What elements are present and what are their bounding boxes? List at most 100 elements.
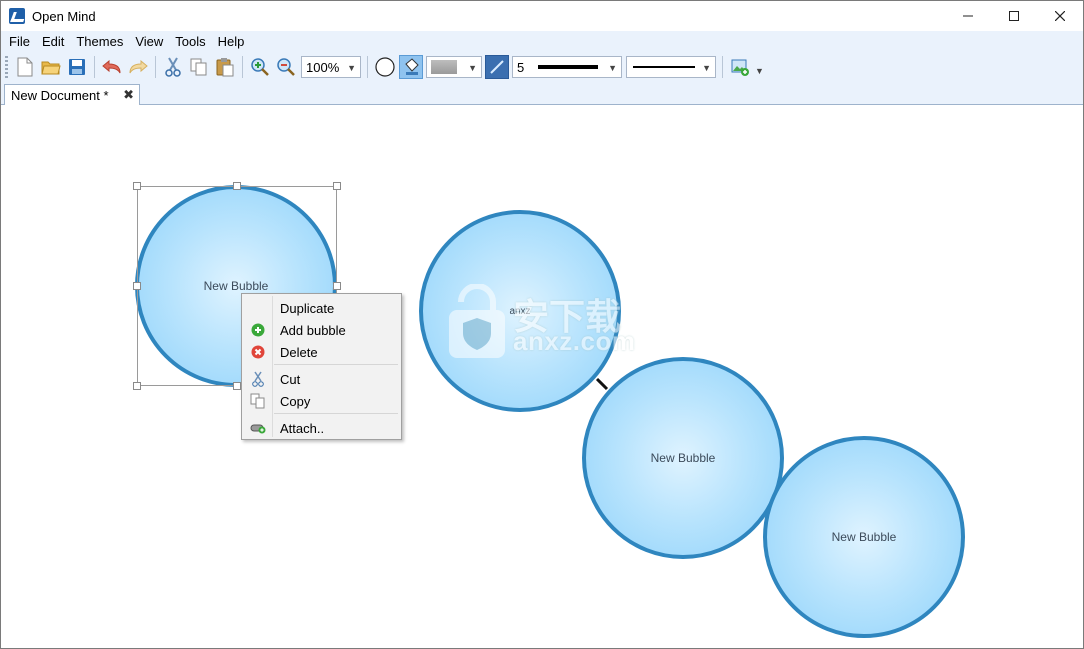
watermark-text-en: anxz.com xyxy=(513,326,636,356)
resize-handle[interactable] xyxy=(133,382,141,390)
copy-icon xyxy=(190,58,207,76)
bubble-node[interactable]: New Bubble xyxy=(763,436,965,638)
line-style-select[interactable]: ▼ xyxy=(626,56,716,78)
maximize-icon xyxy=(1009,11,1019,21)
paint-bucket-icon xyxy=(405,58,419,75)
menu-separator xyxy=(274,413,398,414)
delete-icon xyxy=(251,345,265,359)
toolbar-separator xyxy=(94,56,95,78)
chevron-down-icon: ▼ xyxy=(468,63,477,73)
insert-image-button[interactable] xyxy=(728,55,752,79)
attach-icon xyxy=(250,424,266,434)
minimize-icon xyxy=(963,15,973,17)
menu-bar: File Edit Themes View Tools Help xyxy=(1,31,1083,51)
resize-handle[interactable] xyxy=(233,182,241,190)
mindmap-canvas[interactable]: New Bubble anxz 安下载 anxz.com New Bubble xyxy=(1,105,1083,648)
tab-new-document[interactable]: New Document * ✖ xyxy=(4,84,140,106)
menu-item-add-bubble[interactable]: Add bubble xyxy=(244,319,399,341)
shape-circle-button[interactable] xyxy=(373,55,397,79)
app-window: Open Mind File Edit Themes View Tools He… xyxy=(0,0,1084,649)
cut-button[interactable] xyxy=(161,55,185,79)
minimize-button[interactable] xyxy=(945,1,991,31)
menu-view[interactable]: View xyxy=(129,34,169,49)
shield-lock-icon xyxy=(449,284,505,358)
tab-label: New Document * xyxy=(11,88,109,103)
window-controls xyxy=(945,1,1083,31)
menu-item-cut[interactable]: Cut xyxy=(244,368,399,390)
toolbar: 100% ▼ ▼ 5 ▼ ▼ ▼ xyxy=(1,51,1083,83)
menu-item-attach[interactable]: Attach.. xyxy=(244,417,399,439)
close-button[interactable] xyxy=(1037,1,1083,31)
open-button[interactable] xyxy=(39,55,63,79)
bubble-connector xyxy=(595,377,609,391)
new-document-button[interactable] xyxy=(13,55,37,79)
new-icon xyxy=(17,57,33,77)
zoom-in-icon xyxy=(251,58,269,76)
watermark: 安下载 anxz.com xyxy=(445,284,655,366)
menu-separator xyxy=(274,364,398,365)
chevron-down-icon: ▼ xyxy=(702,63,711,73)
line-width-select[interactable]: 5 ▼ xyxy=(512,56,622,78)
line-style-preview xyxy=(633,66,695,68)
context-menu: Duplicate Add bubble Delete Cut Copy Att… xyxy=(241,293,402,440)
save-button[interactable] xyxy=(65,55,89,79)
menu-item-delete[interactable]: Delete xyxy=(244,341,399,363)
resize-handle[interactable] xyxy=(133,282,141,290)
bubble-label: New Bubble xyxy=(650,451,716,465)
menu-item-duplicate[interactable]: Duplicate xyxy=(244,297,399,319)
copy-button[interactable] xyxy=(187,55,211,79)
resize-handle[interactable] xyxy=(333,182,341,190)
cut-icon xyxy=(252,371,264,387)
circle-shape-icon xyxy=(375,57,395,77)
cut-icon xyxy=(165,57,181,77)
redo-button[interactable] xyxy=(126,55,150,79)
redo-icon xyxy=(129,59,148,74)
maximize-button[interactable] xyxy=(991,1,1037,31)
resize-handle[interactable] xyxy=(233,382,241,390)
toolbar-separator xyxy=(242,56,243,78)
copy-icon xyxy=(250,393,265,409)
chevron-down-icon: ▼ xyxy=(347,63,356,73)
chevron-down-icon: ▼ xyxy=(608,63,617,73)
menu-edit[interactable]: Edit xyxy=(36,34,70,49)
menu-help[interactable]: Help xyxy=(212,34,251,49)
paste-icon xyxy=(216,58,234,77)
menu-file[interactable]: File xyxy=(3,34,36,49)
line-color-button[interactable] xyxy=(485,55,509,79)
tab-close-icon[interactable]: ✖ xyxy=(123,87,134,103)
zoom-out-icon xyxy=(277,58,295,76)
zoom-select[interactable]: 100% ▼ xyxy=(301,56,361,78)
menu-item-copy[interactable]: Copy xyxy=(244,390,399,412)
toolbar-separator xyxy=(155,56,156,78)
line-width-preview xyxy=(538,65,599,69)
menu-themes[interactable]: Themes xyxy=(70,34,129,49)
add-icon xyxy=(251,323,265,337)
menu-tools[interactable]: Tools xyxy=(169,34,211,49)
zoom-value: 100% xyxy=(306,59,340,75)
undo-icon xyxy=(102,59,121,74)
bubble-node[interactable]: New Bubble xyxy=(582,357,784,559)
toolbar-overflow-icon[interactable]: ▼ xyxy=(755,66,764,76)
document-tabstrip: New Document * ✖ xyxy=(1,83,1083,106)
insert-image-icon xyxy=(731,59,749,76)
title-bar: Open Mind xyxy=(1,1,1083,31)
pen-icon xyxy=(490,60,504,74)
resize-handle[interactable] xyxy=(333,282,341,290)
resize-handle[interactable] xyxy=(133,182,141,190)
undo-button[interactable] xyxy=(100,55,124,79)
fill-color-select[interactable]: ▼ xyxy=(426,56,482,78)
fill-color-button[interactable] xyxy=(399,55,423,79)
toolbar-separator xyxy=(367,56,368,78)
zoom-out-button[interactable] xyxy=(274,55,298,79)
app-logo-icon xyxy=(9,8,25,24)
paste-button[interactable] xyxy=(213,55,237,79)
line-width-value: 5 xyxy=(517,59,525,75)
open-icon xyxy=(41,61,61,75)
bubble-label: New Bubble xyxy=(831,530,897,544)
toolbar-grip[interactable] xyxy=(5,56,8,78)
save-icon xyxy=(69,59,85,75)
color-swatch xyxy=(431,60,457,74)
close-icon xyxy=(1055,11,1065,21)
zoom-in-button[interactable] xyxy=(248,55,272,79)
window-title: Open Mind xyxy=(32,8,96,24)
